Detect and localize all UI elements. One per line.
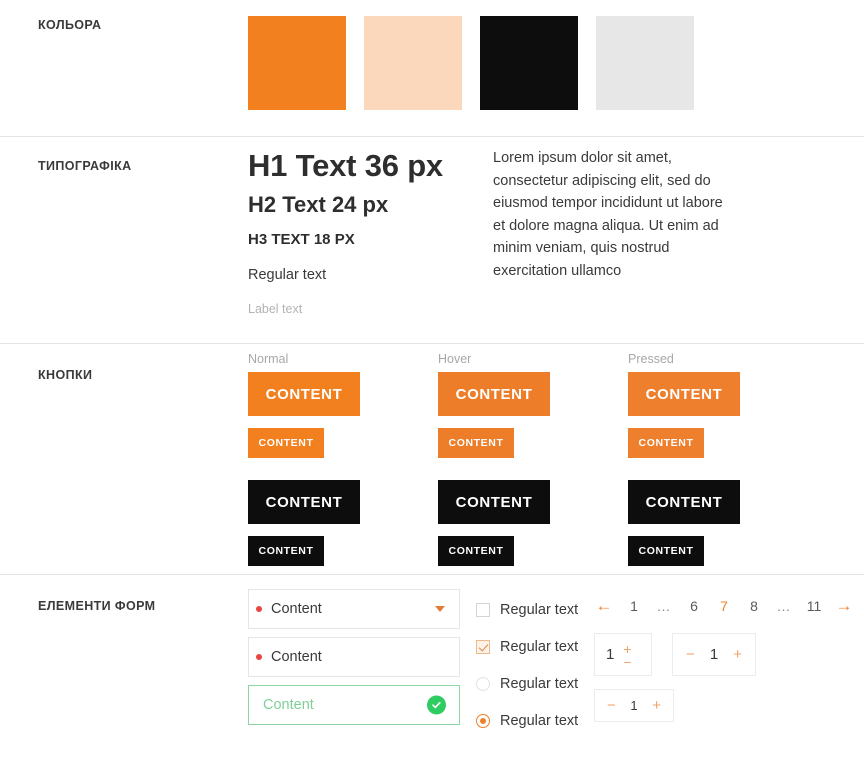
primary-button-small-pressed[interactable]: CONTENT	[628, 428, 704, 458]
checkbox-checked-icon[interactable]	[476, 639, 490, 654]
stepper-decrement-icon[interactable]: −	[607, 697, 616, 714]
color-swatch-row	[248, 0, 864, 110]
primary-button-large-normal[interactable]: CONTENT	[248, 372, 360, 416]
button-state-label-normal: Normal	[248, 352, 289, 366]
text-field[interactable]: Content	[248, 637, 460, 677]
typography-body: H1 Text 36 px H2 Text 24 px H3 TEXT 18 P…	[248, 137, 864, 343]
vertical-stepper-value: 1	[606, 646, 615, 663]
buttons-body: Normal CONTENT CONTENT CONTENT CONTENT H…	[248, 344, 864, 574]
checkbox-row-unchecked[interactable]: Regular text	[476, 591, 594, 628]
stepper-increment-icon[interactable]: +	[733, 646, 742, 663]
horizontal-stepper[interactable]: − 1 +	[672, 633, 756, 676]
form-fields-column: Content Content Content	[248, 589, 476, 739]
pagination-page-6[interactable]: 6	[684, 598, 704, 614]
regular-text-sample: Regular text	[248, 266, 327, 283]
primary-button-small-normal[interactable]: CONTENT	[248, 428, 324, 458]
section-colors: КОЛЬОРА	[0, 0, 864, 137]
check-circle-icon	[427, 695, 446, 715]
stepper-decrement-icon[interactable]: −	[623, 655, 631, 669]
pagination-page-11[interactable]: 11	[804, 598, 824, 614]
forms-right-column: Regular text Regular text Regular text R…	[476, 589, 864, 739]
pagination-ellipsis-right: …	[776, 598, 792, 614]
choice-controls-list: Regular text Regular text Regular text R…	[476, 589, 594, 739]
section-label-buttons: КНОПКИ	[38, 368, 93, 382]
radio-row-selected[interactable]: Regular text	[476, 702, 594, 739]
pagination-ellipsis-left: …	[656, 598, 672, 614]
primary-button-large-pressed[interactable]: CONTENT	[628, 372, 740, 416]
button-state-label-hover: Hover	[438, 352, 472, 366]
button-column-pressed: Pressed CONTENT CONTENT CONTENT CONTENT	[628, 352, 818, 566]
checkbox-label: Regular text	[500, 601, 579, 618]
dark-button-small-pressed[interactable]: CONTENT	[628, 536, 704, 566]
dark-button-large-normal[interactable]: CONTENT	[248, 480, 360, 524]
dark-button-small-hover[interactable]: CONTENT	[438, 536, 514, 566]
primary-button-large-hover[interactable]: CONTENT	[438, 372, 550, 416]
text-field-value: Content	[271, 649, 322, 665]
checkbox-icon[interactable]	[476, 602, 490, 617]
heading-h1-sample: H1 Text 36 px	[248, 148, 443, 183]
chevron-down-icon[interactable]	[435, 606, 445, 612]
stepper-increment-icon[interactable]: +	[623, 642, 631, 656]
button-column-normal: Normal CONTENT CONTENT CONTENT CONTENT	[248, 352, 438, 566]
section-label-colors: КОЛЬОРА	[38, 18, 102, 32]
typography-scale: H1 Text 36 px H2 Text 24 px H3 TEXT 18 P…	[248, 147, 493, 317]
stepper-row: 1 + − − 1 +	[594, 633, 864, 676]
stepper-increment-icon[interactable]: +	[652, 697, 661, 714]
colors-body	[248, 0, 864, 136]
success-text-field[interactable]: Content	[248, 685, 460, 725]
button-column-hover: Hover CONTENT CONTENT CONTENT CONTENT	[438, 352, 628, 566]
select-field-value: Content	[271, 601, 322, 617]
primary-button-small-hover[interactable]: CONTENT	[438, 428, 514, 458]
section-buttons: КНОПКИ Normal CONTENT CONTENT CONTENT CO…	[0, 344, 864, 575]
required-dot-icon	[256, 606, 262, 612]
radio-selected-icon[interactable]	[476, 713, 490, 728]
section-typography: ТИПОГРАФІКА H1 Text 36 px H2 Text 24 px …	[0, 137, 864, 344]
section-label-typography: ТИПОГРАФІКА	[38, 159, 132, 173]
checkbox-label: Regular text	[500, 638, 579, 655]
section-form-elements: ЕЛЕМЕНТИ ФОРМ Content Content Content Re…	[0, 575, 864, 775]
forms-body: Content Content Content Regular text Reg…	[248, 575, 864, 775]
stepper-decrement-icon[interactable]: −	[686, 646, 695, 663]
radio-icon[interactable]	[476, 676, 490, 691]
section-label-form-elements: ЕЛЕМЕНТИ ФОРМ	[38, 599, 156, 613]
color-swatch-light-gray	[596, 16, 694, 110]
success-field-value: Content	[263, 697, 314, 713]
pagination-prev-arrow-icon[interactable]: ←	[594, 596, 614, 616]
horizontal-stepper-value: 1	[709, 646, 719, 663]
color-swatch-primary-orange	[248, 16, 346, 110]
vertical-stepper-buttons: + −	[623, 642, 631, 669]
checkbox-row-checked[interactable]: Regular text	[476, 628, 594, 665]
label-text-sample: Label text	[248, 301, 303, 316]
color-swatch-black	[480, 16, 578, 110]
required-dot-icon	[256, 654, 262, 660]
typography-paragraph-col: Lorem ipsum dolor sit amet, consectetur …	[493, 147, 864, 317]
horizontal-stepper-small-value: 1	[630, 698, 638, 713]
radio-label: Regular text	[500, 712, 579, 729]
pagination-page-1[interactable]: 1	[624, 598, 644, 614]
dark-button-large-hover[interactable]: CONTENT	[438, 480, 550, 524]
pagination: ← 1 … 6 7 8 … 11 →	[594, 591, 864, 621]
pagination-and-steppers-column: ← 1 … 6 7 8 … 11 → 1 + − − 1 + − 1 +	[594, 589, 864, 739]
pagination-next-arrow-icon[interactable]: →	[834, 596, 854, 616]
pagination-page-8[interactable]: 8	[744, 598, 764, 614]
horizontal-stepper-small[interactable]: − 1 +	[594, 689, 674, 722]
dark-button-large-pressed[interactable]: CONTENT	[628, 480, 740, 524]
style-guide-page: КОЛЬОРА ТИПОГРАФІКА H1 Text 36 px H2 Tex…	[0, 0, 864, 775]
heading-h3-sample: H3 TEXT 18 PX	[248, 231, 355, 249]
radio-row-unselected[interactable]: Regular text	[476, 665, 594, 702]
paragraph-sample: Lorem ipsum dolor sit amet, consectetur …	[493, 150, 723, 280]
radio-label: Regular text	[500, 675, 579, 692]
heading-h2-sample: H2 Text 24 px	[248, 191, 389, 217]
button-state-label-pressed: Pressed	[628, 352, 674, 366]
color-swatch-light-peach	[364, 16, 462, 110]
vertical-stepper[interactable]: 1 + −	[594, 633, 652, 676]
pagination-page-7-active[interactable]: 7	[714, 598, 734, 614]
select-field[interactable]: Content	[248, 589, 460, 629]
dark-button-small-normal[interactable]: CONTENT	[248, 536, 324, 566]
